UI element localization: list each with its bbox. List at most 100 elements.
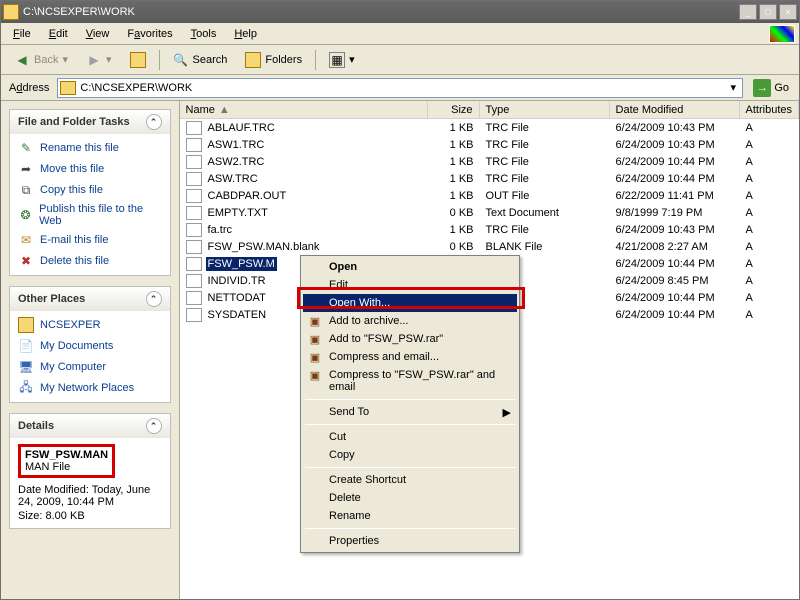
- task-copy[interactable]: ⧉Copy this file: [18, 182, 162, 198]
- file-icon: [186, 257, 202, 271]
- folders-button[interactable]: Folders: [238, 48, 309, 72]
- copy-icon: ⧉: [18, 182, 34, 198]
- dropdown-arrow-icon: ▾: [106, 53, 112, 66]
- places-panel-header[interactable]: Other Places ⌃: [10, 287, 170, 311]
- file-icon: [186, 155, 202, 169]
- tasks-panel-body: ✎Rename this file ➦Move this file ⧉Copy …: [10, 134, 170, 275]
- file-icon: [186, 291, 202, 305]
- task-publish[interactable]: ❂Publish this file to the Web: [18, 203, 162, 227]
- file-name: ASW2.TRC: [206, 155, 267, 169]
- maximize-button[interactable]: □: [759, 4, 777, 20]
- window-controls: _ □ ×: [739, 4, 797, 20]
- col-size[interactable]: Size: [428, 101, 480, 118]
- task-move[interactable]: ➦Move this file: [18, 161, 162, 177]
- address-value: C:\NCSEXPER\WORK: [80, 82, 722, 94]
- folder-icon: [3, 4, 19, 20]
- close-button[interactable]: ×: [779, 4, 797, 20]
- ctx-rename[interactable]: Rename: [303, 507, 517, 525]
- ctx-open-with[interactable]: Open With...: [303, 294, 517, 312]
- ctx-send-to[interactable]: Send To▶: [303, 403, 517, 421]
- move-icon: ➦: [18, 161, 34, 177]
- task-email[interactable]: ✉E-mail this file: [18, 232, 162, 248]
- ctx-open[interactable]: Open: [303, 258, 517, 276]
- file-row[interactable]: CABDPAR.OUT1 KBOUT File6/22/2009 11:41 P…: [180, 187, 799, 204]
- file-row[interactable]: ASW.TRC1 KBTRC File6/24/2009 10:44 PMA: [180, 170, 799, 187]
- ctx-create-shortcut[interactable]: Create Shortcut: [303, 471, 517, 489]
- place-ncsexper[interactable]: NCSEXPER: [18, 317, 162, 333]
- file-type: OUT File: [480, 190, 610, 202]
- file-row[interactable]: FSW_PSW.MAN.blank0 KBBLANK File4/21/2008…: [180, 238, 799, 255]
- ctx-add-rar[interactable]: ▣Add to "FSW_PSW.rar": [303, 330, 517, 348]
- ctx-cut[interactable]: Cut: [303, 428, 517, 446]
- archive-icon: ▣: [307, 350, 323, 364]
- file-type: TRC File: [480, 173, 610, 185]
- back-button[interactable]: ◀ Back ▾: [7, 48, 75, 72]
- file-size: 1 KB: [428, 173, 480, 185]
- back-arrow-icon: ◀: [14, 52, 30, 68]
- col-date[interactable]: Date Modified: [610, 101, 740, 118]
- collapse-chevron-icon: ⌃: [146, 418, 162, 434]
- file-icon: [186, 274, 202, 288]
- email-icon: ✉: [18, 232, 34, 248]
- col-name[interactable]: Name ▲: [180, 101, 428, 118]
- file-row[interactable]: fa.trc1 KBTRC File6/24/2009 10:43 PMA: [180, 221, 799, 238]
- ctx-add-archive[interactable]: ▣Add to archive...: [303, 312, 517, 330]
- file-row[interactable]: ASW1.TRC1 KBTRC File6/24/2009 10:43 PMA: [180, 136, 799, 153]
- file-type: Text Document: [480, 207, 610, 219]
- file-type: TRC File: [480, 156, 610, 168]
- file-size: 1 KB: [428, 122, 480, 134]
- ctx-properties[interactable]: Properties: [303, 532, 517, 550]
- menu-tools[interactable]: Tools: [183, 26, 225, 42]
- file-date: 6/24/2009 10:43 PM: [610, 139, 740, 151]
- network-icon: 🖧: [18, 380, 34, 396]
- context-menu: Open Edit Open With... ▣Add to archive..…: [300, 255, 520, 553]
- minimize-button[interactable]: _: [739, 4, 757, 20]
- place-my-documents[interactable]: 📄My Documents: [18, 338, 162, 354]
- address-dropdown-button[interactable]: ▾: [726, 81, 740, 94]
- archive-icon: ▣: [307, 368, 323, 382]
- menu-edit[interactable]: Edit: [41, 26, 76, 42]
- menu-help[interactable]: Help: [226, 26, 265, 42]
- place-my-computer[interactable]: 🖥My Computer: [18, 359, 162, 375]
- file-date: 6/24/2009 8:45 PM: [610, 275, 740, 287]
- go-button[interactable]: → Go: [747, 77, 795, 99]
- search-button[interactable]: 🔍 Search: [166, 48, 235, 72]
- ctx-compress-rar-email[interactable]: ▣Compress to "FSW_PSW.rar" and email: [303, 366, 517, 396]
- col-type[interactable]: Type: [480, 101, 610, 118]
- details-panel-header[interactable]: Details ⌃: [10, 414, 170, 438]
- details-panel-title: Details: [18, 420, 54, 432]
- task-rename[interactable]: ✎Rename this file: [18, 140, 162, 156]
- menu-view[interactable]: View: [78, 26, 118, 42]
- ctx-delete[interactable]: Delete: [303, 489, 517, 507]
- tasks-panel-title: File and Folder Tasks: [18, 116, 130, 128]
- file-attr: A: [740, 156, 799, 168]
- menu-favorites[interactable]: Favorites: [119, 26, 180, 42]
- menu-file[interactable]: File: [5, 26, 39, 42]
- file-name: SYSDATEN: [206, 308, 268, 322]
- address-label: Address: [5, 82, 53, 94]
- ctx-compress-email[interactable]: ▣Compress and email...: [303, 348, 517, 366]
- details-panel: Details ⌃ FSW_PSW.MAN MAN File Date Modi…: [9, 413, 171, 529]
- place-my-network[interactable]: 🖧My Network Places: [18, 380, 162, 396]
- views-button[interactable]: ▦ ▾: [322, 48, 362, 72]
- forward-arrow-icon: ▶: [86, 52, 102, 68]
- file-row[interactable]: EMPTY.TXT0 KBText Document9/8/1999 7:19 …: [180, 204, 799, 221]
- folders-label: Folders: [265, 54, 302, 66]
- address-combo[interactable]: C:\NCSEXPER\WORK ▾: [57, 78, 743, 98]
- tasks-panel-header[interactable]: File and Folder Tasks ⌃: [10, 110, 170, 134]
- col-attributes[interactable]: Attributes: [740, 101, 799, 118]
- ctx-copy[interactable]: Copy: [303, 446, 517, 464]
- up-button[interactable]: [123, 48, 153, 72]
- forward-button[interactable]: ▶ ▾: [79, 48, 119, 72]
- task-delete[interactable]: ✖Delete this file: [18, 253, 162, 269]
- file-size: 0 KB: [428, 207, 480, 219]
- file-date: 6/24/2009 10:44 PM: [610, 292, 740, 304]
- file-row[interactable]: ASW2.TRC1 KBTRC File6/24/2009 10:44 PMA: [180, 153, 799, 170]
- ctx-separator: [305, 528, 515, 529]
- ctx-separator: [305, 399, 515, 400]
- file-icon: [186, 138, 202, 152]
- ctx-edit[interactable]: Edit: [303, 276, 517, 294]
- details-date: Date Modified: Today, June 24, 2009, 10:…: [18, 484, 162, 508]
- file-row[interactable]: ABLAUF.TRC1 KBTRC File6/24/2009 10:43 PM…: [180, 119, 799, 136]
- file-name: ASW1.TRC: [206, 138, 267, 152]
